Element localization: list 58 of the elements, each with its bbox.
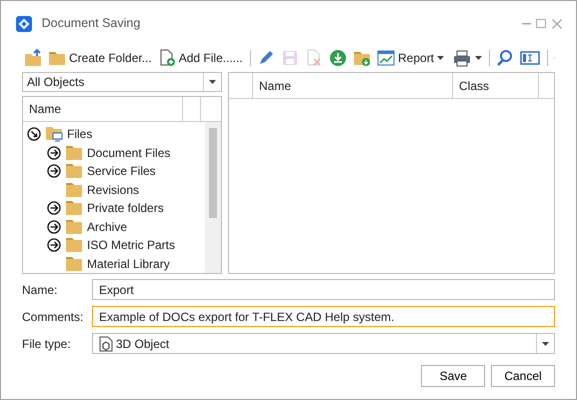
filter-dropdown[interactable]: All Objects xyxy=(22,72,222,92)
folder-icon xyxy=(65,163,83,180)
tree-item[interactable]: Revisions xyxy=(87,180,140,199)
field-label: File type: xyxy=(22,336,72,352)
folder-computer-icon xyxy=(45,126,63,142)
minimize-icon xyxy=(522,22,530,24)
column-header[interactable]: Class xyxy=(453,73,539,98)
column-header[interactable]: Name xyxy=(253,73,453,98)
folder-download-button[interactable] xyxy=(351,49,373,67)
delete-file-icon xyxy=(305,49,323,67)
folder-arrow-button[interactable] xyxy=(22,49,44,67)
add-file-icon xyxy=(158,49,176,67)
folder-icon xyxy=(65,237,83,254)
folder-icon xyxy=(65,256,83,272)
tree-item[interactable]: Archive xyxy=(87,218,128,236)
file-type-dropdown[interactable]: 3D Object xyxy=(92,333,555,354)
pencil-icon xyxy=(257,49,275,67)
search-icon xyxy=(496,49,514,67)
caret-icon xyxy=(437,56,444,60)
folder-icon xyxy=(65,182,83,198)
caret-icon xyxy=(209,80,216,84)
chart-icon xyxy=(377,49,395,67)
cube-file-icon xyxy=(99,336,113,352)
download-icon xyxy=(329,49,347,67)
maximize-icon xyxy=(536,19,546,28)
field-label: Name: xyxy=(22,282,58,298)
dialog-button[interactable]: Cancel xyxy=(491,365,555,387)
panel-icon xyxy=(520,49,540,67)
input-field[interactable]: Export xyxy=(92,279,555,300)
folder-icon xyxy=(48,49,66,67)
folder-arrow-icon xyxy=(24,49,42,67)
tree-item[interactable]: Material Library xyxy=(87,254,170,273)
app-logo-icon xyxy=(15,14,33,32)
folder-download-icon xyxy=(353,49,371,67)
report-button[interactable]: Report xyxy=(375,49,446,67)
caret-icon xyxy=(542,342,549,346)
tree-item[interactable]: ISO Metric Parts xyxy=(87,236,176,254)
folder-button[interactable]: Create Folder... xyxy=(46,49,154,67)
tree-item[interactable]: Document Files xyxy=(87,144,170,162)
scrollbar[interactable] xyxy=(205,122,221,273)
caret-icon xyxy=(475,56,482,60)
close-icon xyxy=(552,18,562,28)
window-title: Document Saving xyxy=(42,15,140,32)
tree-item[interactable]: Service Files xyxy=(87,162,156,180)
field-label: Comments: xyxy=(22,308,84,326)
dialog-button[interactable]: Save xyxy=(421,365,486,387)
folder-icon xyxy=(65,200,83,216)
column-header[interactable]: Name xyxy=(23,97,183,122)
input-field[interactable]: Example of DOCs export for T-FLEX CAD Help system. xyxy=(92,306,555,327)
tree-item[interactable]: Files xyxy=(67,125,92,144)
tree-item[interactable]: Private folders xyxy=(87,199,164,218)
printer-icon xyxy=(452,49,472,67)
folder-icon xyxy=(65,218,83,235)
download-button[interactable] xyxy=(327,49,349,67)
save-icon xyxy=(281,49,299,67)
panel-button[interactable] xyxy=(518,49,542,67)
add-file-button[interactable]: Add File...... xyxy=(156,49,245,67)
folder-icon xyxy=(65,144,83,161)
